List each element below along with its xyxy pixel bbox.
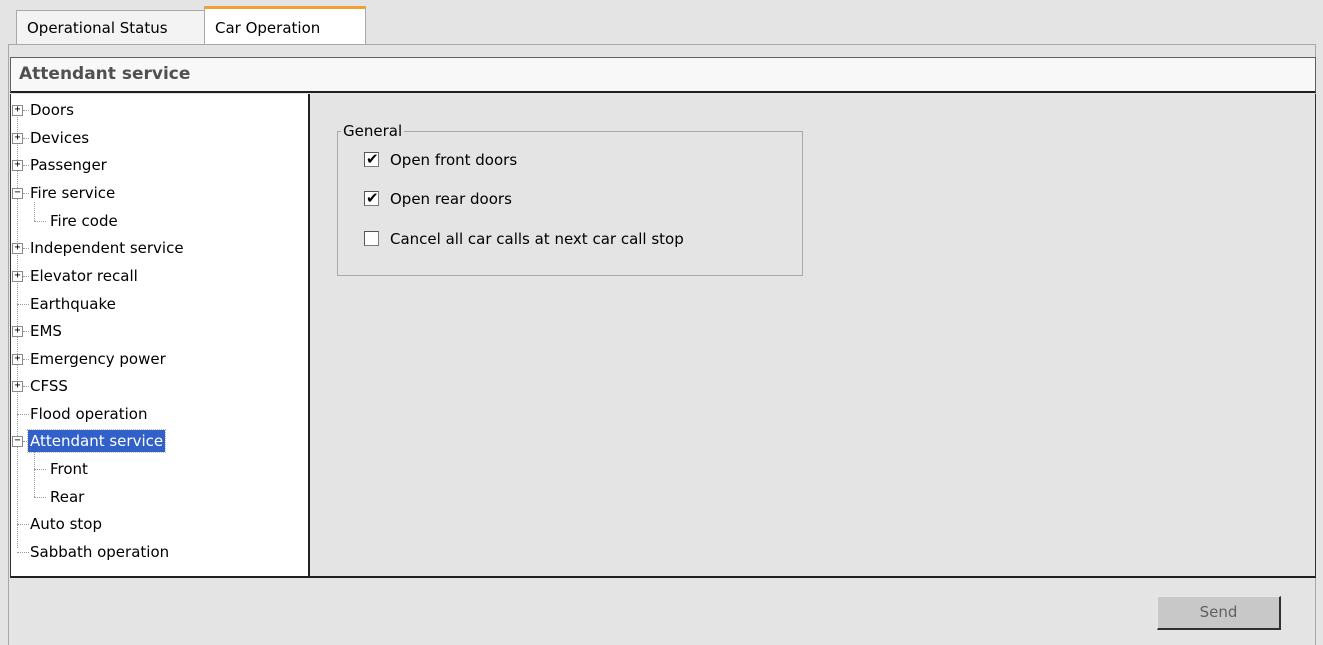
tab-bar: Operational Status Car Operation	[0, 0, 1323, 45]
check-icon: ✔	[366, 189, 379, 207]
tree-item-label: Elevator recall	[30, 267, 138, 285]
tree-branch-line	[34, 497, 46, 498]
plus-box-icon[interactable]: +	[12, 326, 23, 337]
tree-item-fire-service[interactable]: − Fire service	[11, 182, 301, 204]
minus-box-icon[interactable]: −	[12, 188, 23, 199]
tab-operational-status[interactable]: Operational Status	[16, 10, 204, 44]
tree-item-label: Fire service	[30, 184, 116, 202]
plus-box-icon[interactable]: +	[12, 105, 23, 116]
check-icon: ✔	[366, 150, 379, 168]
tree-item-devices[interactable]: + Devices	[11, 127, 301, 149]
open-front-doors-checkbox[interactable]: ✔	[364, 150, 379, 168]
minus-box-icon[interactable]: −	[12, 436, 23, 447]
plus-box-icon[interactable]: +	[12, 160, 23, 171]
plus-box-icon[interactable]: +	[12, 133, 23, 144]
tree-item-label: Independent service	[30, 239, 184, 257]
tree-item-label: CFSS	[30, 377, 68, 395]
tree-item-earthquake[interactable]: Earthquake	[11, 293, 301, 315]
tree-item-front[interactable]: Front	[11, 458, 301, 480]
tree-item-label: Passenger	[30, 156, 107, 174]
tree-item-flood-operation[interactable]: Flood operation	[11, 403, 301, 425]
tree-item-ems[interactable]: + EMS	[11, 320, 301, 342]
tree-item-label: Fire code	[50, 212, 118, 230]
plus-box-icon[interactable]: +	[12, 381, 23, 392]
tab-car-operation[interactable]: Car Operation	[204, 6, 366, 45]
open-front-doors-option[interactable]: ✔ Open front doors	[364, 149, 794, 171]
plus-box-icon[interactable]: +	[12, 354, 23, 365]
tree-branch-line	[34, 469, 46, 470]
tree-item-label: Auto stop	[30, 515, 102, 533]
tree-item-label: Flood operation	[30, 405, 148, 423]
tree-item-auto-stop[interactable]: Auto stop	[11, 513, 301, 535]
general-groupbox-legend: General	[341, 121, 405, 141]
tree-item-label: Doors	[30, 101, 74, 119]
open-rear-doors-option[interactable]: ✔ Open rear doors	[364, 188, 794, 210]
tree-item-sabbath-operation[interactable]: Sabbath operation	[11, 541, 301, 563]
plus-box-icon[interactable]: +	[12, 271, 23, 282]
tree-branch-line	[34, 221, 46, 222]
tree-item-label: Front	[50, 460, 88, 478]
tree-item-label-selected: Attendant service	[26, 429, 167, 453]
tree-item-label: Devices	[30, 129, 90, 147]
tree-item-label: Rear	[50, 488, 85, 506]
cancel-car-calls-option[interactable]: Cancel all car calls at next car call st…	[364, 228, 794, 250]
tree-item-label: EMS	[30, 322, 62, 340]
tree-item-label: Earthquake	[30, 295, 116, 313]
open-rear-doors-checkbox[interactable]: ✔	[364, 189, 379, 207]
panel-title: Attendant service	[10, 57, 1316, 93]
tree-item-attendant-service[interactable]: − Attendant service	[11, 429, 301, 453]
tree-item-emergency-power[interactable]: + Emergency power	[11, 348, 301, 370]
tree-item-rear[interactable]: Rear	[11, 486, 301, 508]
tree-item-cfss[interactable]: + CFSS	[11, 375, 301, 397]
tree-item-passenger[interactable]: + Passenger	[11, 154, 301, 176]
plus-box-icon[interactable]: +	[12, 243, 23, 254]
send-button[interactable]: Send	[1157, 596, 1281, 630]
tree-item-independent-service[interactable]: + Independent service	[11, 237, 301, 259]
checkbox-label: Open front doors	[390, 151, 518, 169]
checkbox-label: Cancel all car calls at next car call st…	[390, 230, 684, 248]
tree-item-label: Sabbath operation	[30, 543, 170, 561]
tree-item-doors[interactable]: + Doors	[11, 99, 301, 121]
checkbox-label: Open rear doors	[390, 190, 512, 208]
tree-item-label: Emergency power	[30, 350, 166, 368]
tree-item-fire-code[interactable]: Fire code	[11, 210, 301, 232]
cancel-car-calls-checkbox[interactable]	[364, 231, 379, 246]
tree-item-elevator-recall[interactable]: + Elevator recall	[11, 265, 301, 287]
tree-view[interactable]: + Doors + Devices + Passenger − Fire ser…	[10, 94, 310, 578]
